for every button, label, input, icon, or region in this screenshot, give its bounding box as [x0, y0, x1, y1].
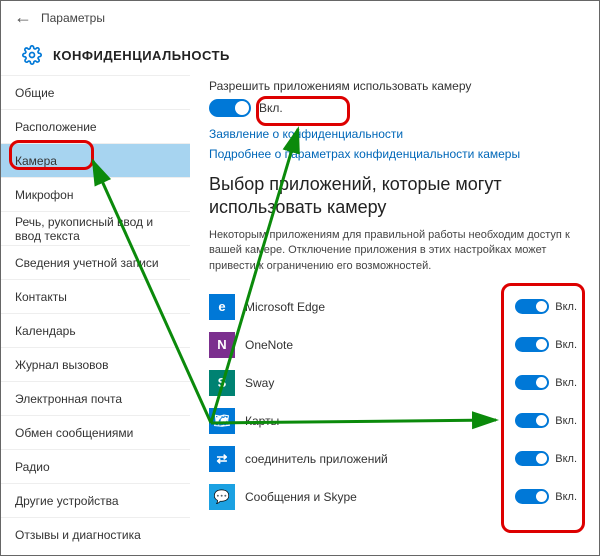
app-toggle-label: Вкл. — [555, 339, 577, 351]
page-title: КОНФИДЕНЦИАЛЬНОСТЬ — [53, 48, 230, 63]
app-toggle[interactable] — [515, 337, 549, 352]
app-icon: ⇄ — [209, 446, 235, 472]
app-name: Microsoft Edge — [245, 300, 505, 314]
app-row-2: S Sway Вкл. — [209, 364, 577, 402]
section-description: Некоторым приложениям для правильной раб… — [209, 228, 577, 274]
sidebar-item-0[interactable]: Общие — [1, 75, 190, 109]
app-row-4: ⇄ соединитель приложений Вкл. — [209, 440, 577, 478]
privacy-statement-link[interactable]: Заявление о конфиденциальности — [209, 127, 577, 141]
section-title: Выбор приложений, которые могут использо… — [209, 173, 577, 220]
learn-more-link[interactable]: Подробнее о параметрах конфиденциальност… — [209, 147, 577, 161]
sidebar-item-label: Камера — [15, 154, 57, 168]
app-toggle-label: Вкл. — [555, 377, 577, 389]
window-title: Параметры — [41, 11, 105, 25]
app-row-1: N OneNote Вкл. — [209, 326, 577, 364]
sidebar-item-4[interactable]: Речь, рукописный ввод и ввод текста — [1, 211, 190, 245]
sidebar-item-label: Журнал вызовов — [15, 358, 108, 372]
main-content: Разрешить приложениям использовать камер… — [191, 75, 599, 555]
sidebar-item-label: Другие устройства — [15, 494, 119, 508]
app-icon: N — [209, 332, 235, 358]
sidebar-item-9[interactable]: Электронная почта — [1, 381, 190, 415]
page-header: КОНФИДЕНЦИАЛЬНОСТЬ — [1, 35, 599, 75]
app-name: Сообщения и Skype — [245, 490, 505, 504]
sidebar-item-6[interactable]: Контакты — [1, 279, 190, 313]
app-row-5: 💬 Сообщения и Skype Вкл. — [209, 478, 577, 516]
app-name: OneNote — [245, 338, 505, 352]
sidebar-item-8[interactable]: Журнал вызовов — [1, 347, 190, 381]
sidebar-item-3[interactable]: Микрофон — [1, 177, 190, 211]
sidebar-item-label: Электронная почта — [15, 392, 122, 406]
app-name: соединитель приложений — [245, 452, 505, 466]
app-toggle[interactable] — [515, 299, 549, 314]
sidebar-item-label: Обмен сообщениями — [15, 426, 133, 440]
sidebar-item-1[interactable]: Расположение — [1, 109, 190, 143]
sidebar-item-label: Сведения учетной записи — [15, 256, 159, 270]
master-toggle-label: Вкл. — [259, 101, 283, 115]
sidebar-item-13[interactable]: Отзывы и диагностика — [1, 517, 190, 551]
sidebar-item-12[interactable]: Другие устройства — [1, 483, 190, 517]
gear-icon — [21, 44, 43, 66]
sidebar-item-5[interactable]: Сведения учетной записи — [1, 245, 190, 279]
sidebar-item-10[interactable]: Обмен сообщениями — [1, 415, 190, 449]
sidebar: Общие Расположение Камера Микрофон Речь, рук… — [1, 75, 191, 555]
sidebar-item-label: Отзывы и диагностика — [15, 528, 141, 542]
app-row-3: 🗺 Карты Вкл. — [209, 402, 577, 440]
sidebar-item-label: Радио — [15, 460, 50, 474]
app-toggle[interactable] — [515, 451, 549, 466]
app-icon: S — [209, 370, 235, 396]
master-toggle-row: Вкл. — [209, 99, 577, 117]
sidebar-item-2[interactable]: Камера — [1, 143, 190, 177]
sidebar-item-11[interactable]: Радио — [1, 449, 190, 483]
app-toggle[interactable] — [515, 375, 549, 390]
app-row-0: e Microsoft Edge Вкл. — [209, 288, 577, 326]
app-toggle[interactable] — [515, 489, 549, 504]
app-toggle-label: Вкл. — [555, 453, 577, 465]
sidebar-item-label: Микрофон — [15, 188, 73, 202]
sidebar-item-label: Календарь — [15, 324, 76, 338]
app-toggle[interactable] — [515, 413, 549, 428]
sidebar-item-label: Расположение — [15, 120, 97, 134]
app-name: Sway — [245, 376, 505, 390]
app-toggle-label: Вкл. — [555, 491, 577, 503]
app-icon: 💬 — [209, 484, 235, 510]
sidebar-item-label: Речь, рукописный ввод и ввод текста — [15, 215, 176, 243]
app-icon: 🗺 — [209, 408, 235, 434]
master-toggle[interactable] — [209, 99, 251, 117]
app-toggle-label: Вкл. — [555, 415, 577, 427]
titlebar: ← Параметры — [1, 1, 599, 35]
permission-heading: Разрешить приложениям использовать камер… — [209, 79, 577, 93]
sidebar-item-label: Контакты — [15, 290, 67, 304]
app-name: Карты — [245, 414, 505, 428]
back-button[interactable]: ← — [9, 4, 37, 32]
app-icon: e — [209, 294, 235, 320]
sidebar-item-7[interactable]: Календарь — [1, 313, 190, 347]
sidebar-item-label: Общие — [15, 86, 54, 100]
app-toggle-label: Вкл. — [555, 301, 577, 313]
